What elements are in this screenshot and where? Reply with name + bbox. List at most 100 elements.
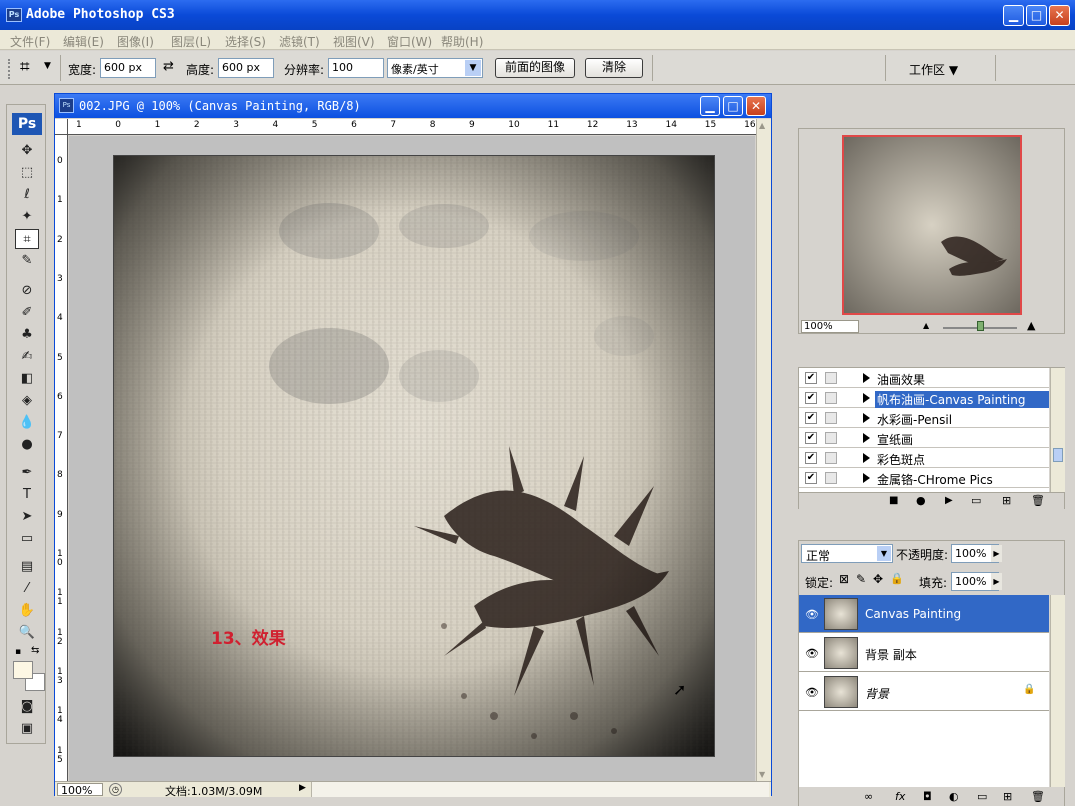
expand-triangle-icon[interactable] (863, 453, 870, 463)
expand-triangle-icon[interactable] (863, 413, 870, 423)
action-enabled-checkbox[interactable]: ✔ (805, 392, 817, 404)
record-icon[interactable]: ● (916, 494, 926, 507)
healing-brush-tool-icon[interactable]: ⊘ (15, 281, 39, 301)
actions-scroll-thumb[interactable] (1053, 448, 1063, 462)
dialog-toggle-icon[interactable] (825, 452, 837, 464)
dialog-toggle-icon[interactable] (825, 392, 837, 404)
status-menu-arrow-icon[interactable]: ▶ (299, 783, 306, 793)
document-titlebar[interactable]: Ps 002.JPG @ 100% (Canvas Painting, RGB/… (55, 94, 771, 118)
menu-file[interactable]: 文件(F) (10, 33, 50, 50)
zoom-slider-thumb[interactable] (977, 321, 984, 331)
expand-triangle-icon[interactable] (863, 473, 870, 483)
expand-triangle-icon[interactable] (863, 393, 870, 403)
brush-tool-icon[interactable]: ✐ (15, 303, 39, 323)
layer-mask-icon[interactable]: ◘ (923, 790, 932, 803)
canvas-area[interactable]: 13、效果 ➚ (69, 136, 755, 782)
navigator-zoom-field[interactable]: 100% (801, 320, 859, 333)
status-info-icon[interactable]: ◷ (109, 783, 122, 796)
lock-position-icon[interactable]: ✥ (873, 572, 883, 586)
action-set-row[interactable]: ✔ 帆布油画-Canvas Painting (799, 388, 1049, 408)
action-enabled-checkbox[interactable]: ✔ (805, 452, 817, 464)
eye-icon[interactable]: 👁 (805, 608, 819, 621)
resolution-unit-select[interactable]: 像素/英寸 ▼ (387, 58, 483, 78)
fill-arrow-icon[interactable]: ▶ (991, 573, 1002, 590)
menu-view[interactable]: 视图(V) (333, 33, 375, 50)
quick-mask-icon[interactable]: ◙ (15, 697, 39, 717)
menu-window[interactable]: 窗口(W) (387, 33, 432, 50)
actions-scrollbar[interactable] (1050, 368, 1065, 492)
clear-button[interactable]: 清除 (585, 58, 643, 78)
navigator-preview[interactable] (842, 135, 1022, 315)
doc-close-button[interactable]: ✕ (746, 96, 766, 116)
zoom-tool-icon[interactable]: 🔍 (15, 623, 39, 643)
layers-scrollbar[interactable] (1050, 595, 1065, 787)
lock-image-icon[interactable]: ✎ (856, 572, 866, 586)
eye-icon[interactable]: 👁 (805, 647, 819, 660)
vertical-scrollbar[interactable]: ▲ ▼ (756, 119, 771, 781)
adjustment-layer-icon[interactable]: ◐ (949, 790, 959, 803)
ps-logo[interactable]: Ps (12, 113, 42, 135)
trash-icon[interactable]: 🗑 (1031, 494, 1045, 507)
slice-tool-icon[interactable]: ✎ (15, 251, 39, 271)
blend-mode-select[interactable]: 正常 ▼ (801, 544, 893, 563)
scroll-down-icon[interactable]: ▼ (759, 770, 765, 779)
action-set-row[interactable]: ✔ 彩色斑点 (799, 448, 1049, 468)
stop-icon[interactable]: ■ (889, 495, 898, 506)
dialog-toggle-icon[interactable] (825, 472, 837, 484)
notes-tool-icon[interactable]: ▤ (15, 557, 39, 577)
dialog-toggle-icon[interactable] (825, 432, 837, 444)
path-selection-tool-icon[interactable]: ➤ (15, 507, 39, 527)
dialog-toggle-icon[interactable] (825, 372, 837, 384)
action-enabled-checkbox[interactable]: ✔ (805, 372, 817, 384)
swap-icon[interactable]: ⇄ (163, 59, 174, 74)
workspace-button[interactable]: 工作区 ▼ (909, 61, 958, 78)
menu-edit[interactable]: 编辑(E) (63, 33, 104, 50)
lock-transparent-icon[interactable]: ⊠ (839, 572, 849, 586)
magic-wand-tool-icon[interactable]: ✦ (15, 207, 39, 227)
swap-colors-icon[interactable]: ⇆ (31, 645, 39, 656)
zoom-out-icon[interactable]: ▲ (923, 321, 929, 330)
foreground-color-swatch[interactable] (13, 661, 33, 679)
marquee-tool-icon[interactable]: ⬚ (15, 163, 39, 183)
doc-minimize-button[interactable]: ▁ (700, 96, 720, 116)
options-grip[interactable] (8, 59, 11, 79)
menu-filter[interactable]: 滤镜(T) (279, 33, 320, 50)
blur-tool-icon[interactable]: 💧 (15, 413, 39, 433)
crop-tool-icon[interactable]: ⌗ (15, 229, 39, 249)
layer-row[interactable]: 👁 背景 副本 (799, 634, 1049, 672)
scroll-up-icon[interactable]: ▲ (759, 121, 765, 130)
rectangle-tool-icon[interactable]: ▭ (15, 529, 39, 549)
crop-tool-icon[interactable]: ⌗ (20, 57, 30, 77)
lock-all-icon[interactable]: 🔒 (890, 572, 904, 585)
expand-triangle-icon[interactable] (863, 373, 870, 383)
menu-help[interactable]: 帮助(H) (441, 33, 483, 50)
zoom-in-icon[interactable]: ▲ (1027, 319, 1035, 332)
pen-tool-icon[interactable]: ✒ (15, 463, 39, 483)
opacity-arrow-icon[interactable]: ▶ (991, 545, 1002, 562)
action-enabled-checkbox[interactable]: ✔ (805, 432, 817, 444)
eye-icon[interactable]: 👁 (805, 686, 819, 699)
action-enabled-checkbox[interactable]: ✔ (805, 412, 817, 424)
ruler-origin[interactable] (55, 119, 68, 135)
link-layers-icon[interactable]: ∞ (864, 790, 873, 803)
resolution-input[interactable]: 100 (328, 58, 384, 78)
horizontal-scrollbar[interactable] (311, 782, 769, 797)
layer-style-icon[interactable]: fx (895, 790, 905, 803)
dialog-toggle-icon[interactable] (825, 412, 837, 424)
doc-maximize-button[interactable]: □ (723, 96, 743, 116)
play-icon[interactable]: ▶ (945, 495, 953, 506)
maximize-button[interactable]: □ (1026, 5, 1047, 26)
tool-preset-chevron-icon[interactable]: ▼ (44, 61, 51, 71)
zoom-field[interactable]: 100% (57, 783, 103, 797)
screen-mode-icon[interactable]: ▣ (15, 719, 39, 739)
action-set-row[interactable]: ✔ 金属铬-CHrome Pics (799, 468, 1049, 488)
front-image-button[interactable]: 前面的图像 (495, 58, 575, 78)
action-enabled-checkbox[interactable]: ✔ (805, 472, 817, 484)
history-brush-tool-icon[interactable]: ✍ (15, 347, 39, 367)
eyedropper-tool-icon[interactable]: ⁄ (15, 579, 39, 599)
move-tool-icon[interactable]: ✥ (15, 141, 39, 161)
action-set-row[interactable]: ✔ 水彩画-Pensil (799, 408, 1049, 428)
menu-layer[interactable]: 图层(L) (171, 33, 211, 50)
new-action-icon[interactable]: ⊞ (1002, 494, 1011, 507)
close-button[interactable]: ✕ (1049, 5, 1070, 26)
